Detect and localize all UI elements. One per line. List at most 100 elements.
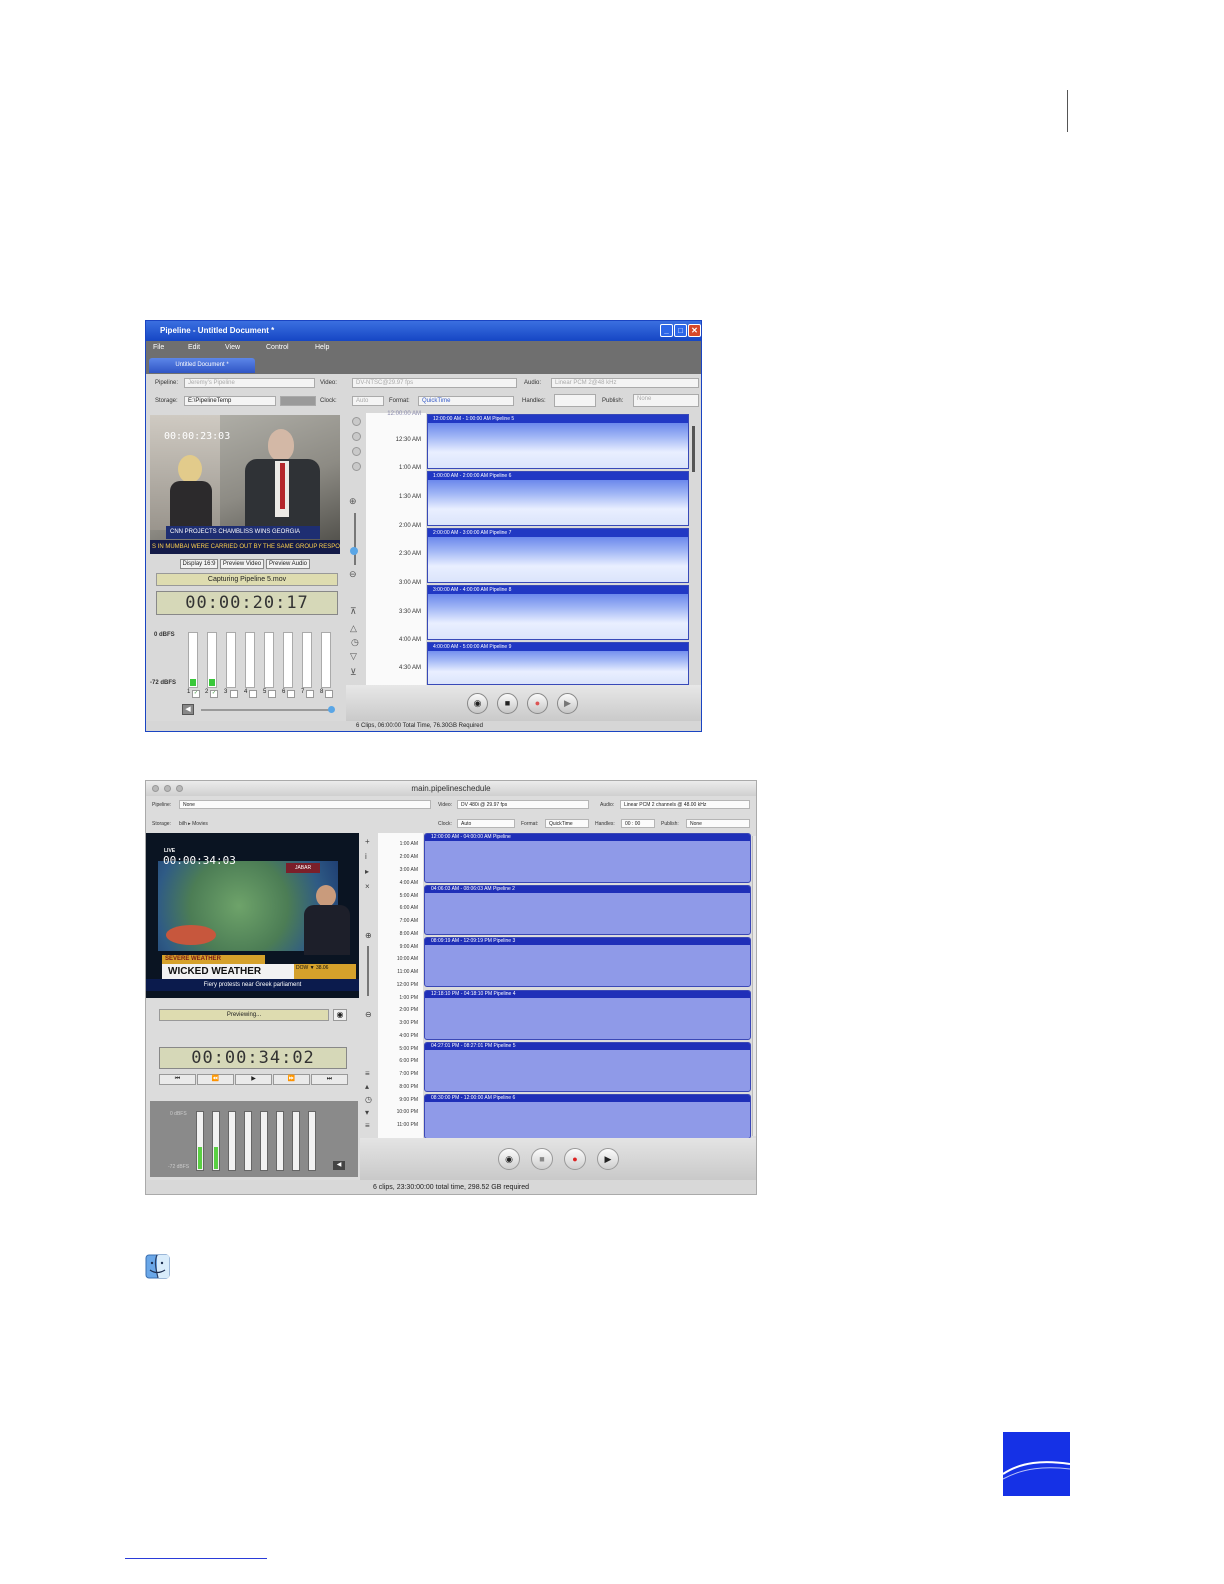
tool-button[interactable]	[352, 432, 361, 441]
close-window-button[interactable]	[152, 785, 159, 792]
menu-file[interactable]: File	[153, 344, 164, 351]
preview-video-button[interactable]: Preview Video	[220, 559, 264, 569]
schedule-clip[interactable]: 3:00:00 AM - 4:00:00 AM Pipeline 8	[427, 585, 689, 640]
volume-knob[interactable]	[328, 706, 335, 713]
zoom-out-icon[interactable]: ⊖	[349, 569, 357, 580]
zoom-window-button[interactable]	[176, 785, 183, 792]
next-icon[interactable]: ▽	[350, 651, 357, 662]
clip-label: 04:27:01 PM - 08:27:01 PM Pipeline 5	[425, 1043, 750, 1050]
format-select[interactable]: QuickTime	[545, 819, 589, 828]
speaker-icon[interactable]: ◀	[182, 704, 194, 715]
channel-checkbox[interactable]	[230, 690, 238, 698]
channel-checkbox[interactable]: ✓	[192, 690, 200, 698]
fast-forward-button[interactable]: ⏩	[273, 1074, 310, 1085]
clock-select[interactable]: Auto	[457, 819, 515, 828]
scrollbar[interactable]	[692, 426, 695, 472]
publish-select[interactable]: None	[633, 394, 699, 407]
preview-audio-button[interactable]: Preview Audio	[266, 559, 310, 569]
pipeline-select[interactable]: None	[179, 800, 431, 809]
time-label: 2:00 AM	[399, 854, 418, 860]
preview-status: Previewing...	[159, 1009, 329, 1021]
tab-untitled-document[interactable]: Untitled Document *	[149, 358, 255, 373]
video-select[interactable]: DV 480i @ 29.97 fps	[457, 800, 589, 809]
clock-icon[interactable]: ◷	[351, 637, 359, 648]
go-top-icon[interactable]: ≡	[365, 1069, 370, 1078]
scrollbar[interactable]	[752, 836, 756, 1136]
stop-button[interactable]: ■	[531, 1148, 553, 1170]
audio-select[interactable]: Linear PCM 2@48 kHz	[551, 378, 699, 388]
audio-select[interactable]: Linear PCM 2 channels @ 48.00 kHz	[620, 800, 750, 809]
play-preview-button[interactable]: ▶	[235, 1074, 272, 1085]
clock-select[interactable]: Auto	[352, 396, 384, 406]
record-button[interactable]: ●	[564, 1148, 586, 1170]
channel-checkbox[interactable]	[268, 690, 276, 698]
channel-checkbox[interactable]	[325, 690, 333, 698]
channel-checkbox[interactable]	[287, 690, 295, 698]
pipeline-select[interactable]: Jeremy's Pipeline	[184, 378, 315, 388]
schedule-clip[interactable]: 1:00:00 AM - 2:00:00 AM Pipeline 6	[427, 471, 689, 526]
storage-path[interactable]: bilh ▸ Movies	[179, 821, 208, 827]
eye-icon[interactable]: ◉	[333, 1009, 347, 1021]
go-start-button[interactable]: ⏮	[159, 1074, 196, 1085]
publish-select[interactable]: None	[686, 819, 750, 828]
go-end-button[interactable]: ⏭	[311, 1074, 348, 1085]
delete-icon[interactable]: ×	[365, 882, 370, 891]
schedule-clip[interactable]: 12:18:10 PM - 04:18:10 PM Pipeline 4	[424, 990, 751, 1040]
display-16-9-button[interactable]: Display 16:9	[180, 559, 218, 569]
zoom-slider[interactable]	[354, 513, 356, 565]
tool-button[interactable]	[352, 447, 361, 456]
schedule-clip[interactable]: 2:00:00 AM - 3:00:00 AM Pipeline 7	[427, 528, 689, 583]
zoom-slider[interactable]	[367, 946, 369, 996]
zoom-out-icon[interactable]: ⊖	[365, 1010, 372, 1019]
handles-stepper[interactable]	[554, 394, 596, 407]
tool-button[interactable]	[352, 462, 361, 471]
stop-button[interactable]: ■	[497, 693, 518, 714]
add-icon[interactable]: +	[365, 837, 370, 846]
info-icon[interactable]: i	[365, 852, 367, 861]
close-button[interactable]: ✕	[688, 324, 701, 337]
zoom-in-icon[interactable]: ⊕	[365, 931, 372, 940]
channel-checkbox[interactable]	[306, 690, 314, 698]
format-select[interactable]: QuickTime	[418, 396, 514, 406]
volume-slider[interactable]	[201, 709, 331, 711]
schedule-clip[interactable]: 08:09:19 AM - 12:09:19 PM Pipeline 3	[424, 937, 751, 987]
video-select[interactable]: DV-NTSC@29.97 fps	[352, 378, 517, 388]
minimize-window-button[interactable]	[164, 785, 171, 792]
preview-button[interactable]: ◉	[467, 693, 488, 714]
preview-button[interactable]: ◉	[498, 1148, 520, 1170]
speaker-icon[interactable]: ◀	[333, 1161, 345, 1170]
clock-icon[interactable]: ◷	[365, 1095, 372, 1104]
menu-edit[interactable]: Edit	[188, 344, 200, 351]
play-button[interactable]: ▶	[597, 1148, 619, 1170]
schedule-clip[interactable]: 04:27:01 PM - 08:27:01 PM Pipeline 5	[424, 1042, 751, 1092]
zoom-in-icon[interactable]: ⊕	[349, 496, 357, 507]
storage-field[interactable]: E:\PipelineTemp	[184, 396, 276, 406]
schedule-clip[interactable]: 12:00:00 AM - 04:00:00 AM Pipeline	[424, 833, 751, 883]
schedule-clip[interactable]: 04:06:03 AM - 08:06:03 AM Pipeline 2	[424, 885, 751, 935]
schedule-clip[interactable]: 4:00:00 AM - 5:00:00 AM Pipeline 9	[427, 642, 689, 685]
next-icon[interactable]: ▾	[365, 1108, 369, 1117]
previous-icon[interactable]: ▴	[365, 1082, 369, 1091]
go-bottom-icon[interactable]: ⊻	[350, 667, 357, 678]
minimize-button[interactable]: _	[660, 324, 673, 337]
next-clip-icon[interactable]: ▸	[365, 867, 369, 876]
menu-help[interactable]: Help	[315, 344, 329, 351]
channel-checkbox[interactable]: ✓	[210, 690, 218, 698]
handles-stepper[interactable]: 00 : 00	[621, 819, 655, 828]
zoom-slider-knob[interactable]	[350, 547, 358, 555]
browse-button[interactable]	[280, 396, 316, 406]
play-button[interactable]: ▶	[557, 693, 578, 714]
menu-view[interactable]: View	[225, 344, 240, 351]
go-bottom-icon[interactable]: ≡	[365, 1121, 370, 1130]
audio-meter	[292, 1111, 300, 1171]
rewind-button[interactable]: ⏪	[197, 1074, 234, 1085]
go-top-icon[interactable]: ⊼	[350, 606, 357, 617]
previous-icon[interactable]: △	[350, 623, 357, 634]
channel-checkbox[interactable]	[249, 690, 257, 698]
record-button[interactable]: ●	[527, 693, 548, 714]
schedule-clip[interactable]: 12:00:00 AM - 1:00:00 AM Pipeline 5	[427, 414, 689, 469]
menu-control[interactable]: Control	[266, 344, 289, 351]
tool-button[interactable]	[352, 417, 361, 426]
schedule-clip[interactable]: 08:30:00 PM - 12:00:00 AM Pipeline 6	[424, 1094, 751, 1139]
maximize-button[interactable]: □	[674, 324, 687, 337]
